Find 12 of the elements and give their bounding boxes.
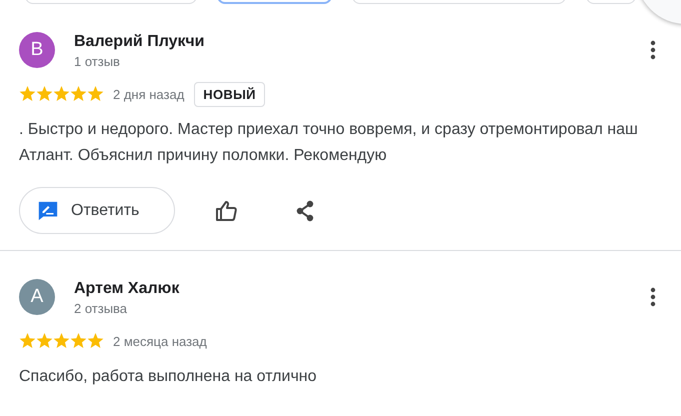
review-text: . Быстро и недорого. Мастер приехал точно вовремя, и сразу отремонтировал наш Атлант. Объяснил причину поломки. Рекомендую — [19, 120, 639, 166]
new-badge: НОВЫЙ — [194, 82, 265, 106]
review-date: 2 дня назад — [113, 86, 184, 102]
avatar: В — [19, 32, 55, 68]
review-count: 2 отзыва — [74, 300, 128, 318]
reply-button[interactable]: Ответить — [19, 187, 175, 234]
review-text: Спасибо, работа выполнена на отлично — [19, 367, 318, 387]
reviewer-name[interactable]: Артем Халюк — [74, 278, 180, 300]
review-date: 2 месяца назад — [113, 334, 207, 348]
review-count: 1 отзыв — [74, 53, 120, 71]
reviewer-name[interactable]: Валерий Плукчи — [74, 31, 204, 53]
avatar: А — [19, 279, 55, 315]
